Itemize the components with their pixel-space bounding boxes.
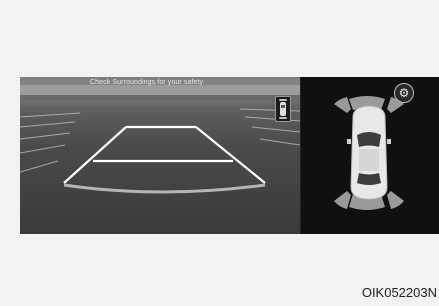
parking-sensor-panel (301, 77, 439, 234)
sensor-graphic (334, 96, 404, 210)
figure-code: OIK052203N (361, 285, 437, 300)
bumper-distance-arc (63, 183, 266, 194)
car-top-icon (275, 96, 291, 122)
car-top-view-icon (347, 105, 391, 200)
rear-camera-view: Check Surroundings for your safety (20, 77, 300, 234)
gear-icon[interactable]: ⚙ (394, 83, 414, 103)
parking-lot-scene (20, 85, 300, 194)
display-screen: Check Surroundings for your safety (20, 77, 439, 234)
parking-guide-lines (63, 125, 266, 184)
safety-warning-text: Check Surroundings for your safety (90, 79, 204, 86)
